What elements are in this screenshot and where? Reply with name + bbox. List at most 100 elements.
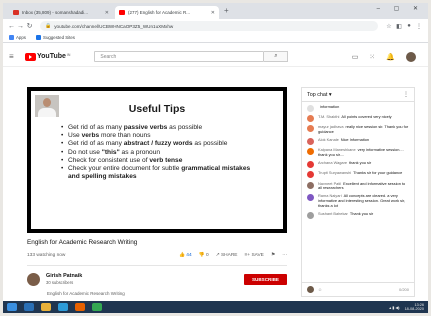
dislike-button[interactable]: 👎 0 <box>199 253 209 258</box>
presentation-slide: Useful Tips Get rid of as many passive v… <box>31 91 283 229</box>
chrome-icon[interactable] <box>92 303 102 311</box>
user-avatar <box>307 148 314 156</box>
subscribe-button[interactable]: SUBSCRIBE <box>243 273 287 285</box>
youtube-play-icon <box>25 52 36 61</box>
chat-message: T.M. Shakthi All points covered very nice… <box>307 114 409 123</box>
save-button[interactable]: ≡+ SAVE <box>245 253 264 258</box>
address-bar[interactable]: 🔒 youtube.com/channel/UCBWHNCaOP3Z5_WUn1… <box>40 21 378 31</box>
video-meta-row: 133 watching now 👍 44 👎 0 ↗ SHARE ≡+ SAV… <box>27 253 287 258</box>
user-avatar <box>307 211 314 219</box>
tab-youtube[interactable]: (277) English for Academic R... ✕ <box>115 6 219 19</box>
hamburger-menu-icon[interactable]: ≡ <box>9 52 21 61</box>
date: 18-08-2020 <box>404 307 424 311</box>
tab-gmail[interactable]: Inbox (35,809) - somanshadadi... ✕ <box>9 6 113 19</box>
channel-name[interactable]: Girish Patnaik <box>46 273 82 279</box>
subscriber-count: 30 subscribers <box>46 280 74 285</box>
youtube-header: ≡ YouTube IN Search ⌕ ▭ ⁙ 🔔 <box>3 47 428 67</box>
chat-message: Sushant Bahekar Thank you sir <box>307 211 409 219</box>
my-avatar <box>307 286 314 293</box>
back-icon[interactable]: ← <box>7 23 16 30</box>
monitor-bezel: Inbox (35,809) - somanshadadi... ✕ (277)… <box>0 0 431 316</box>
chat-mode-dropdown[interactable]: Top chat ▾ <box>307 92 332 98</box>
suggested-sites-icon <box>36 35 42 40</box>
channel-row: Girish Patnaik 30 subscribers SUBSCRIBE <box>27 271 287 287</box>
chat-more-icon[interactable]: ⋮ <box>403 91 409 98</box>
menu-icon[interactable]: ⋮ <box>414 23 424 30</box>
viewer-count: 133 watching now <box>27 253 66 258</box>
slide-title: Useful Tips <box>128 103 186 115</box>
header-icons: ▭ ⁙ 🔔 <box>352 51 422 62</box>
extension-icon[interactable]: ◧ <box>394 23 404 30</box>
tip-item: Do not use "this" as a pronoun <box>61 149 261 157</box>
lock-icon: 🔒 <box>45 23 52 29</box>
windows-start-icon[interactable] <box>7 303 17 311</box>
youtube-wordmark: YouTube <box>37 53 66 60</box>
tip-item: Use verbs more than nouns <box>61 132 261 140</box>
tab-title: Inbox (35,809) - somanshadadi... <box>22 10 89 15</box>
tip-item: Check your entire document for subtle gr… <box>61 165 261 181</box>
clock[interactable]: 13:26 18-08-2020 <box>405 303 424 312</box>
account-avatar[interactable] <box>406 51 416 62</box>
gmail-icon <box>13 10 19 15</box>
share-button[interactable]: ↗ SHARE <box>216 253 238 258</box>
country-code: IN <box>66 52 71 57</box>
search-button[interactable]: ⌕ <box>264 51 289 62</box>
channel-avatar[interactable] <box>27 272 40 286</box>
forward-icon[interactable]: → <box>16 23 25 30</box>
new-tab-icon[interactable]: + <box>224 6 229 15</box>
bookmark-suggested-sites[interactable]: Suggested Sites <box>36 35 75 40</box>
user-avatar <box>307 181 314 189</box>
flag-icon[interactable]: ⚑ <box>271 253 275 258</box>
tab-strip: Inbox (35,809) - somanshadadi... ✕ (277)… <box>3 3 428 19</box>
video-actions: 👍 44 👎 0 ↗ SHARE ≡+ SAVE ⚑ ⋯ <box>179 253 287 258</box>
tip-item: Get rid of as many passive verbs as poss… <box>61 124 261 132</box>
chat-message: Alok Kanale Nice Information <box>307 137 409 146</box>
system-tray: ▴ ▮ ◀) 13:26 18-08-2020 <box>389 303 424 312</box>
notifications-bell-icon[interactable]: 🔔 <box>386 53 395 61</box>
internet-explorer-icon[interactable] <box>58 303 68 311</box>
media-player-icon[interactable] <box>24 303 34 311</box>
windows-taskbar: ▴ ▮ ◀) 13:26 18-08-2020 <box>3 301 428 313</box>
apps-grid-icon[interactable]: ⁙ <box>369 53 375 61</box>
video-player[interactable]: Useful Tips Get rid of as many passive v… <box>27 87 287 233</box>
bookmark-label: Suggested Sites <box>43 35 75 40</box>
firefox-icon[interactable] <box>75 303 85 311</box>
user-avatar <box>307 194 314 202</box>
user-avatar <box>307 138 314 146</box>
user-avatar <box>307 125 314 133</box>
emoji-icon[interactable]: ☺ <box>318 287 322 292</box>
save-label: SAVE <box>251 253 264 258</box>
create-video-icon[interactable]: ▭ <box>352 53 359 61</box>
youtube-logo[interactable]: YouTube IN <box>25 52 71 61</box>
search-placeholder: Search <box>100 53 117 60</box>
profile-icon[interactable]: ● <box>404 23 414 29</box>
bookmark-label: Apps <box>16 35 27 40</box>
bookmarks-bar: Apps Suggested Sites <box>3 33 428 43</box>
live-chat-panel: Top chat ▾ ⋮ information T.M. Shakthi All… <box>301 87 415 297</box>
file-explorer-icon[interactable] <box>41 303 51 311</box>
more-actions-icon[interactable]: ⋯ <box>282 253 287 258</box>
chat-message: Archana Wagare thank you sir <box>307 160 409 169</box>
tip-item: Get rid of as many abstract / fuzzy word… <box>61 140 261 148</box>
tab-title: (277) English for Academic R... <box>128 10 191 15</box>
user-avatar <box>307 115 314 123</box>
close-tab-icon[interactable]: ✕ <box>105 10 109 16</box>
chat-message: mayur jadhava really nice session sir. Th… <box>307 124 409 135</box>
chat-message: Kalpana Maneshkane very informative sessi… <box>307 147 409 158</box>
address-row: ← → ↻ 🔒 youtube.com/channel/UCBWHNCaOP3Z… <box>3 19 428 33</box>
channel-info: Girish Patnaik 30 subscribers <box>46 273 82 285</box>
tray-icons[interactable]: ▴ ▮ ◀) <box>389 305 399 310</box>
reload-icon[interactable]: ↻ <box>25 22 34 30</box>
window-controls[interactable]: – ▢ ✕ <box>377 5 424 12</box>
close-tab-icon[interactable]: ✕ <box>211 10 215 16</box>
search-input[interactable]: Search <box>94 51 265 62</box>
apps-icon <box>9 35 14 40</box>
star-icon[interactable]: ☆ <box>384 23 394 30</box>
chat-message: Navneet Patil Excellent and informative s… <box>307 181 409 192</box>
search-icon: ⌕ <box>274 53 278 59</box>
chat-input[interactable]: ☺ 0/200 <box>302 282 414 296</box>
like-count: 44 <box>186 253 192 258</box>
like-button[interactable]: 👍 44 <box>179 253 192 258</box>
bookmark-apps[interactable]: Apps <box>9 35 26 40</box>
youtube-favicon-icon <box>119 10 125 15</box>
